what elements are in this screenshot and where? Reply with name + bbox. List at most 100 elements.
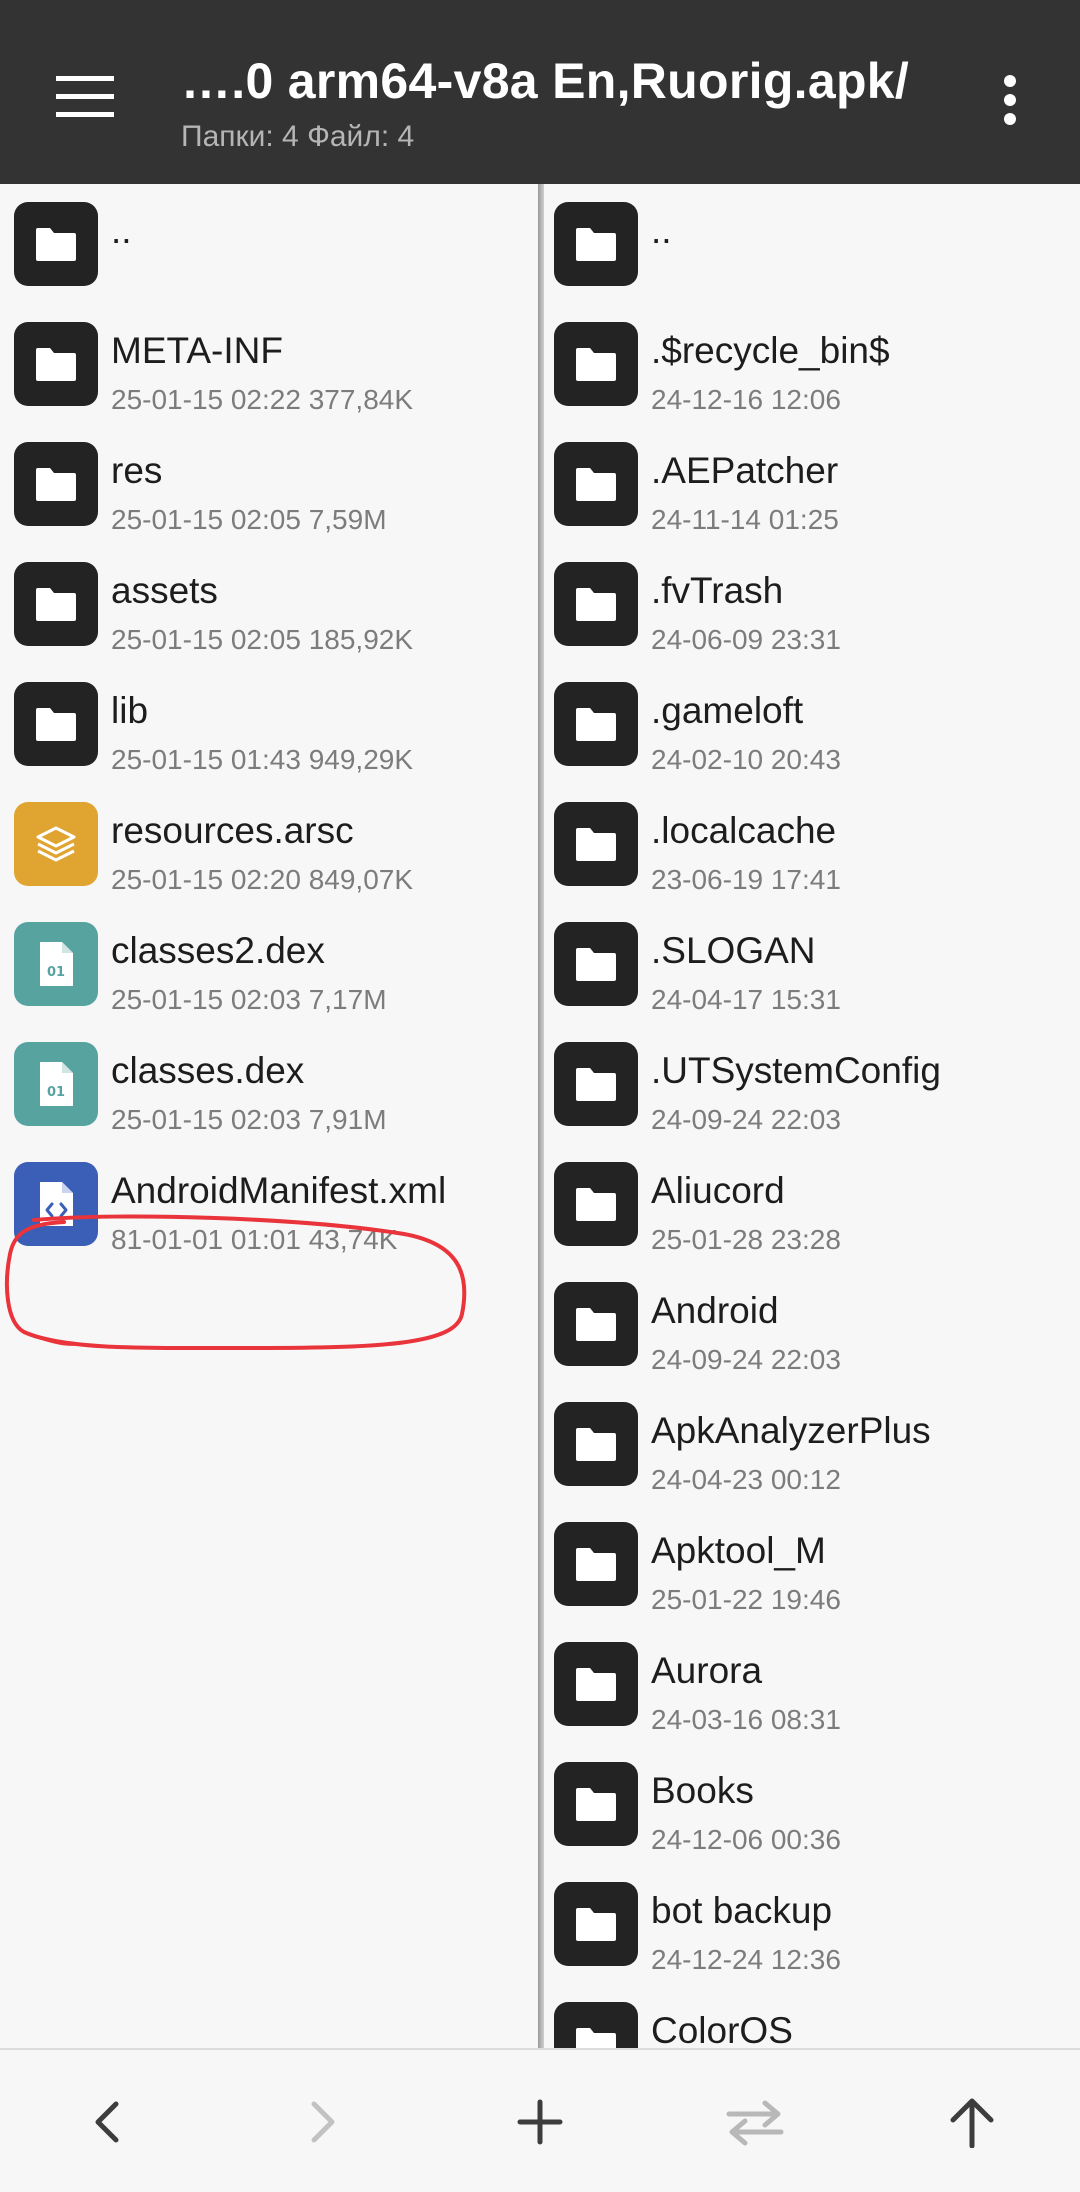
more-vertical-icon	[1004, 75, 1016, 125]
folder-icon	[14, 442, 98, 526]
layers-icon	[14, 802, 98, 886]
folder-name: Apktool_M	[651, 1530, 826, 1571]
folder-name: Books	[651, 1770, 754, 1811]
folder-date: 24-12-06 00:36	[651, 1824, 841, 1855]
list-item[interactable]: 01 classes2.dex 25-01-15 02:03 7,17M	[0, 904, 538, 1024]
folder-icon	[554, 202, 638, 286]
chevron-left-icon	[95, 2101, 119, 2143]
hamburger-menu-icon	[56, 76, 114, 117]
folder-icon	[554, 1642, 638, 1726]
list-item[interactable]: .$recycle_bin$ 24-12-16 12:06	[544, 304, 1080, 424]
file-name: assets	[111, 570, 218, 611]
chevron-right-icon	[311, 2101, 335, 2143]
parent-directory-row[interactable]: ..	[0, 184, 538, 304]
list-item[interactable]: ApkAnalyzerPlus 24-04-23 00:12	[544, 1384, 1080, 1504]
list-item[interactable]: bot backup 24-12-24 12:36	[544, 1864, 1080, 1984]
file-meta: 25-01-15 02:03 7,91M	[111, 1104, 387, 1135]
up-directory-button[interactable]	[917, 2080, 1027, 2164]
list-item[interactable]: Aurora 24-03-16 08:31	[544, 1624, 1080, 1744]
dex-file-icon: 01	[14, 1042, 98, 1126]
folder-name: .fvTrash	[651, 570, 784, 611]
folder-icon	[554, 442, 638, 526]
folder-name: ..	[651, 210, 672, 251]
folder-date: 24-03-16 08:31	[651, 1704, 841, 1735]
folder-icon	[554, 1522, 638, 1606]
path-title: ….0 arm64-v8a En,Ruorig.apk/	[181, 53, 910, 109]
list-item[interactable]: .localcache 23-06-19 17:41	[544, 784, 1080, 904]
folder-name: .localcache	[651, 810, 837, 851]
app-header: ….0 arm64-v8a En,Ruorig.apk/ Папки: 4 Фа…	[0, 0, 1080, 184]
folder-icon	[14, 682, 98, 766]
folder-icon	[554, 2002, 638, 2048]
folder-icon	[554, 802, 638, 886]
folder-date: 24-09-24 22:03	[651, 1104, 841, 1135]
list-item[interactable]: .AEPatcher 24-11-14 01:25	[544, 424, 1080, 544]
list-item[interactable]: Books 24-12-06 00:36	[544, 1744, 1080, 1864]
list-item[interactable]: .gameloft 24-02-10 20:43	[544, 664, 1080, 784]
file-meta: 25-01-15 02:20 849,07K	[111, 864, 414, 895]
forward-button[interactable]	[268, 2080, 378, 2164]
list-item[interactable]: Android 24-09-24 22:03	[544, 1264, 1080, 1384]
swap-arrows-icon	[726, 2100, 784, 2146]
more-options-button[interactable]	[980, 62, 1040, 138]
folder-icon	[554, 1042, 638, 1126]
folder-icon	[554, 922, 638, 1006]
folder-icon	[554, 1282, 638, 1366]
left-file-panel[interactable]: .. META-INF 25-01-15 02:22 377,84K res 2…	[0, 184, 538, 2048]
file-name: res	[111, 450, 163, 491]
folder-name: .SLOGAN	[651, 930, 816, 971]
list-item[interactable]: lib 25-01-15 01:43 949,29K	[0, 664, 538, 784]
folder-name: ApkAnalyzerPlus	[651, 1410, 931, 1451]
folder-name: ColorOS	[651, 2010, 793, 2048]
file-name: AndroidManifest.xml	[111, 1170, 447, 1211]
folder-date: 24-12-16 12:06	[651, 384, 841, 415]
folder-icon	[554, 682, 638, 766]
swap-panels-button[interactable]	[700, 2080, 810, 2164]
dex-file-icon: 01	[14, 922, 98, 1006]
folder-name: .gameloft	[651, 690, 804, 731]
dex-label: 01	[47, 1085, 65, 1100]
list-item[interactable]: .SLOGAN 24-04-17 15:31	[544, 904, 1080, 1024]
folder-icon	[554, 1162, 638, 1246]
folder-date: 25-01-28 23:28	[651, 1224, 841, 1255]
list-item[interactable]: Apktool_M 25-01-22 19:46	[544, 1504, 1080, 1624]
list-item[interactable]: res 25-01-15 02:05 7,59M	[0, 424, 538, 544]
file-meta: 25-01-15 02:05 185,92K	[111, 624, 414, 655]
folder-name: Aliucord	[651, 1170, 785, 1211]
list-item[interactable]: Aliucord 25-01-28 23:28	[544, 1144, 1080, 1264]
folder-date: 24-06-09 23:31	[651, 624, 841, 655]
folder-icon	[554, 1762, 638, 1846]
folder-icon	[554, 1882, 638, 1966]
folder-date: 25-01-22 19:46	[651, 1584, 841, 1615]
file-name: classes.dex	[111, 1050, 305, 1091]
folder-date: 24-04-23 00:12	[651, 1464, 841, 1495]
list-item[interactable]: AndroidManifest.xml 81-01-01 01:01 43,74…	[0, 1144, 538, 1264]
arrow-up-icon	[950, 2098, 994, 2148]
code-file-icon	[14, 1162, 98, 1246]
folder-icon	[554, 322, 638, 406]
file-name: lib	[111, 690, 149, 731]
list-item[interactable]: .fvTrash 24-06-09 23:31	[544, 544, 1080, 664]
list-item[interactable]: META-INF 25-01-15 02:22 377,84K	[0, 304, 538, 424]
parent-directory-row[interactable]: ..	[544, 184, 1080, 304]
dex-label: 01	[47, 965, 65, 980]
file-name: ..	[111, 210, 132, 251]
list-item[interactable]: ColorOS	[544, 1984, 1080, 2048]
folder-date: 24-12-24 12:36	[651, 1944, 841, 1975]
list-item[interactable]: resources.arsc 25-01-15 02:20 849,07K	[0, 784, 538, 904]
list-item[interactable]: 01 classes.dex 25-01-15 02:03 7,91M	[0, 1024, 538, 1144]
folder-name: .UTSystemConfig	[651, 1050, 941, 1091]
list-item[interactable]: assets 25-01-15 02:05 185,92K	[0, 544, 538, 664]
back-button[interactable]	[52, 2080, 162, 2164]
folder-date: 23-06-19 17:41	[651, 864, 841, 895]
file-meta: 25-01-15 02:03 7,17M	[111, 984, 387, 1015]
folder-date: 24-02-10 20:43	[651, 744, 841, 775]
list-item[interactable]: .UTSystemConfig 24-09-24 22:03	[544, 1024, 1080, 1144]
add-button[interactable]	[485, 2080, 595, 2164]
menu-button[interactable]	[40, 62, 130, 132]
file-name: resources.arsc	[111, 810, 354, 851]
right-file-panel[interactable]: .. .$recycle_bin$ 24-12-16 12:06 .AEPatc…	[544, 184, 1080, 2048]
folder-date: 24-09-24 22:03	[651, 1344, 841, 1375]
folder-icon	[14, 202, 98, 286]
file-name: META-INF	[111, 330, 283, 371]
